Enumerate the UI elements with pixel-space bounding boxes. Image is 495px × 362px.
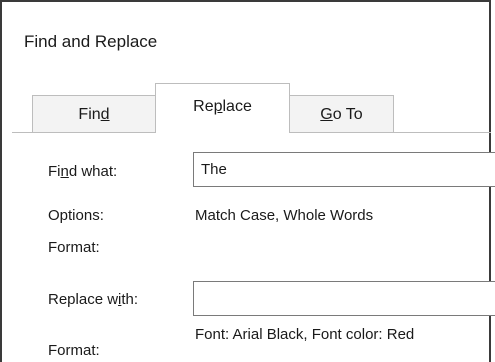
- tab-bar: Find Replace Go To: [2, 83, 491, 133]
- find-what-label-pre: Fi: [48, 163, 61, 180]
- find-what-label-post: d what:: [68, 163, 118, 180]
- replace-with-label: Replace with:: [48, 291, 138, 308]
- tab-replace[interactable]: Replace: [155, 83, 290, 133]
- replace-with-label-pre: Replace w: [48, 291, 119, 308]
- replace-format-label: Format:: [48, 342, 100, 359]
- tab-goto-label-post: o To: [332, 106, 363, 123]
- replace-format-value: Font: Arial Black, Font color: Red: [195, 326, 415, 343]
- tab-replace-label-post: lace: [222, 98, 252, 115]
- find-format-label: Format:: [48, 239, 100, 256]
- tab-replace-label-key: p: [213, 98, 223, 115]
- options-value: Match Case, Whole Words: [195, 207, 374, 224]
- replace-with-label-post: th:: [121, 291, 139, 308]
- find-what-label: Find what:: [48, 163, 117, 180]
- options-label: Options:: [48, 207, 104, 224]
- tab-goto[interactable]: Go To: [289, 95, 394, 132]
- tab-goto-label-key: G: [320, 106, 333, 123]
- tab-find-label-pre: Fin: [78, 106, 101, 123]
- tab-find[interactable]: Find: [32, 95, 156, 132]
- find-what-input[interactable]: The: [193, 152, 495, 187]
- tab-replace-label-pre: Re: [193, 98, 214, 115]
- tab-find-label-key: d: [100, 106, 110, 123]
- find-replace-dialog: Find and Replace Find Replace Go To Find…: [0, 0, 495, 362]
- dialog-title: Find and Replace: [24, 32, 158, 51]
- replace-with-input[interactable]: [193, 281, 495, 316]
- find-what-label-key: n: [60, 163, 69, 180]
